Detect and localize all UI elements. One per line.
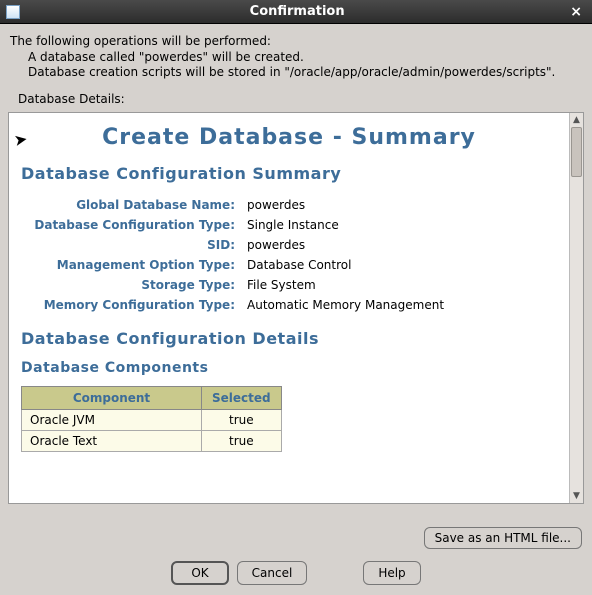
save-html-button[interactable]: Save as an HTML file... <box>424 527 582 549</box>
scroll-up-icon[interactable]: ▲ <box>570 113 583 127</box>
kv-value: Single Instance <box>241 215 557 235</box>
kv-key: Database Configuration Type: <box>21 215 241 235</box>
vertical-scrollbar[interactable]: ▲ ▼ <box>569 113 583 503</box>
kv-value: Database Control <box>241 255 557 275</box>
kv-value: powerdes <box>241 195 557 215</box>
component-name: Oracle Text <box>22 431 202 452</box>
titlebar: Confirmation × <box>0 0 592 24</box>
components-table: Component Selected Oracle JVM true Oracl… <box>21 386 282 452</box>
window-title: Confirmation <box>28 4 566 19</box>
ok-button[interactable]: OK <box>171 561 228 585</box>
scroll-down-icon[interactable]: ▼ <box>570 489 583 503</box>
intro-text: The following operations will be perform… <box>0 24 592 86</box>
table-row: Oracle JVM true <box>22 410 282 431</box>
kv-value: File System <box>241 275 557 295</box>
kv-key: SID: <box>21 235 241 255</box>
kv-value: Automatic Memory Management <box>241 295 557 315</box>
table-header: Component <box>22 387 202 410</box>
config-details-heading: Database Configuration Details <box>21 329 557 348</box>
table-row: Oracle Text true <box>22 431 282 452</box>
kv-value: powerdes <box>241 235 557 255</box>
dialog-buttons: OK Cancel Help <box>0 561 592 585</box>
component-name: Oracle JVM <box>22 410 202 431</box>
kv-key: Memory Configuration Type: <box>21 295 241 315</box>
help-button[interactable]: Help <box>363 561 420 585</box>
scroll-thumb[interactable] <box>571 127 582 177</box>
component-selected: true <box>202 431 282 452</box>
cancel-button[interactable]: Cancel <box>237 561 308 585</box>
intro-line: The following operations will be perform… <box>10 34 582 48</box>
intro-line: Database creation scripts will be stored… <box>10 65 582 79</box>
intro-line: A database called "powerdes" will be cre… <box>10 50 582 64</box>
summary-title: Create Database - Summary <box>21 125 557 150</box>
summary-panel: Create Database - Summary Database Confi… <box>8 112 584 504</box>
app-icon <box>6 5 20 19</box>
kv-key: Global Database Name: <box>21 195 241 215</box>
kv-key: Storage Type: <box>21 275 241 295</box>
components-heading: Database Components <box>21 360 557 376</box>
close-icon[interactable]: × <box>566 4 586 20</box>
details-label: Database Details: <box>0 86 592 110</box>
table-header: Selected <box>202 387 282 410</box>
component-selected: true <box>202 410 282 431</box>
summary-content: Create Database - Summary Database Confi… <box>9 113 569 503</box>
config-summary-table: Global Database Name:powerdes Database C… <box>21 195 557 315</box>
kv-key: Management Option Type: <box>21 255 241 275</box>
config-summary-heading: Database Configuration Summary <box>21 164 557 183</box>
